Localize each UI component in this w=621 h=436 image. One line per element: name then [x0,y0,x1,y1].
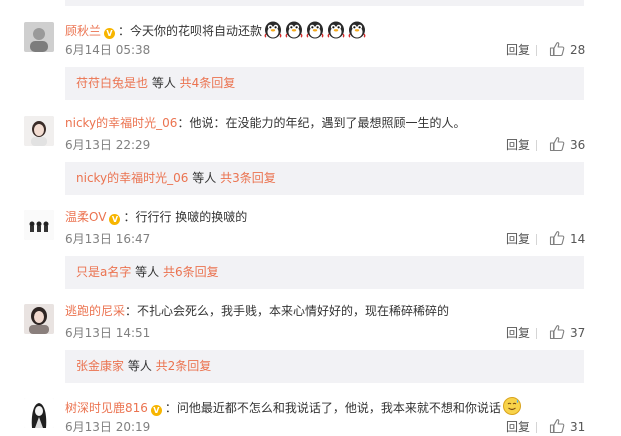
like-count: 31 [570,420,586,434]
avatar[interactable] [24,210,54,240]
vip-badge-icon: V [150,405,162,416]
sub-replies-summary: 只是a名字 等人 共6条回复 [65,256,584,289]
sub-reply-connector: 等人 [148,76,180,90]
sub-reply-username[interactable]: 张金康家 [76,359,124,373]
sub-replies-summary: 张金康家 等人 共2条回复 [65,350,584,383]
sub-reply-connector: 等人 [188,171,221,185]
penguin-emoji-icon [305,19,325,44]
sub-reply-username[interactable]: 只是a名字 [76,265,131,279]
comment-text: ：今天你的花呗将自动还款 [118,24,263,38]
like-button[interactable]: 36 [549,136,585,154]
sub-reply-count-link[interactable]: 共4条回复 [180,76,236,90]
divider [536,422,537,433]
avatar[interactable] [24,116,54,146]
comment-username[interactable]: 温柔OV [65,210,106,224]
reply-button[interactable]: 回复 [506,137,530,153]
sub-reply-username[interactable]: nicky的幸福时光_06 [76,171,188,185]
sub-reply-count-link[interactable]: 共3条回复 [220,171,276,185]
like-button[interactable]: 37 [549,324,585,342]
comment-text: ：问他最近都不怎么和我说话了，他说，我本来就不想和你说话 [164,401,501,415]
comment-time: 6月13日 14:51 [65,326,151,340]
like-count: 28 [570,43,586,57]
divider [536,45,537,56]
thumbs-up-icon [549,42,565,57]
comment-time: 6月13日 16:47 [65,232,151,246]
comment-time: 6月14日 05:38 [65,43,151,57]
emoji-row [262,21,367,39]
like-count: 14 [570,232,586,246]
comment-username[interactable]: 顾秋兰 [65,24,101,38]
comment-text: ：行行行 换啵的换啵的 [123,210,248,224]
sweat-smile-emoji-icon [502,396,522,421]
penguin-emoji-icon [326,19,346,44]
vip-badge-icon: V [104,28,116,39]
reply-button[interactable]: 回复 [506,42,530,58]
comment-time: 6月13日 20:19 [65,420,151,434]
penguin-emoji-icon [263,19,283,44]
penguin-emoji-icon [284,19,304,44]
comment-username[interactable]: 逃跑的尼采 [65,304,125,318]
comment-text: ：他说：在没能力的年纪，遇到了最想照顾一生的人。 [177,116,466,130]
thumbs-up-icon [549,325,565,340]
reply-button[interactable]: 回复 [506,231,530,247]
avatar[interactable] [24,398,54,428]
sub-reply-connector: 等人 [124,359,156,373]
previous-subreply-box [65,0,584,6]
like-button[interactable]: 31 [549,418,585,436]
sub-replies-summary: 苻苻白兔是也 等人 共4条回复 [65,67,584,100]
sub-reply-username[interactable]: 苻苻白兔是也 [76,76,148,90]
comment-username[interactable]: 树深时见鹿816 [65,401,148,415]
avatar[interactable] [24,22,54,52]
like-button[interactable]: 14 [549,230,585,248]
divider [536,328,537,339]
sub-reply-connector: 等人 [131,265,163,279]
reply-button[interactable]: 回复 [506,325,530,341]
thumbs-up-icon [549,419,565,434]
vip-badge-icon: V [109,214,121,225]
reply-button[interactable]: 回复 [506,419,530,435]
divider [536,140,537,151]
sub-replies-summary: nicky的幸福时光_06 等人 共3条回复 [65,162,584,195]
divider [536,234,537,245]
comment-text: ：不扎心会死么，我手贱，本来心情好好的，现在稀碎稀碎的 [125,304,450,318]
penguin-emoji-icon [347,19,367,44]
like-button[interactable]: 28 [549,41,585,59]
comment-time: 6月13日 22:29 [65,138,151,152]
like-count: 36 [570,138,586,152]
avatar[interactable] [24,304,54,334]
sub-reply-count-link[interactable]: 共2条回复 [156,359,212,373]
thumbs-up-icon [549,137,565,152]
comment-username[interactable]: nicky的幸福时光_06 [65,116,177,130]
like-count: 37 [570,326,586,340]
sub-reply-count-link[interactable]: 共6条回复 [163,265,219,279]
thumbs-up-icon [549,231,565,246]
